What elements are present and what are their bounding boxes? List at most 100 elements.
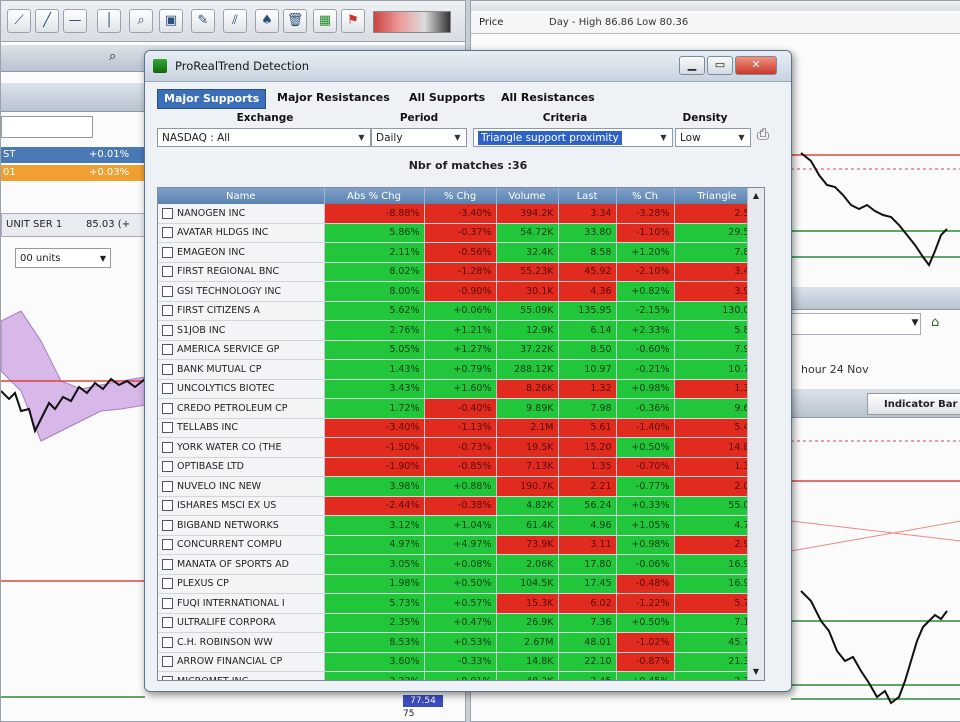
watchlist-row-2[interactable]: 01 +0.03% xyxy=(1,165,145,181)
criteria-select[interactable]: Triangle support proximity ▼ xyxy=(473,128,673,147)
chart-row-icon[interactable] xyxy=(162,246,173,258)
units-select[interactable]: 00 units ▼ xyxy=(15,248,111,268)
fib-icon[interactable]: ✎ xyxy=(191,9,215,33)
table-row[interactable]: BIGBAND NETWORKS 3.12% +1.04% 61.4K 4.96 +1.0… xyxy=(158,515,761,536)
chart-row-icon[interactable] xyxy=(162,539,173,551)
row-name-cell[interactable]: PLEXUS CP xyxy=(158,574,325,594)
pointer-icon[interactable]: ▣ xyxy=(159,9,183,33)
chart-row-icon[interactable] xyxy=(162,207,173,219)
table-row[interactable]: BANK MUTUAL CP 1.43% +0.79% 288.12K 10.97 -0.… xyxy=(158,359,761,380)
print-icon[interactable]: ⎙ xyxy=(757,125,779,145)
flag-icon[interactable]: ⚑ xyxy=(341,9,365,33)
scroll-up-icon[interactable]: ▲ xyxy=(748,188,764,204)
chart-row-icon[interactable] xyxy=(162,636,173,648)
table-row[interactable]: ULTRALIFE CORPORA 2.35% +0.47% 26.9K 7.36 +0.… xyxy=(158,613,761,633)
table-row[interactable]: UNCOLYTICS BIOTEC 3.43% +1.60% 8.26K 1.32 +0.… xyxy=(158,379,761,399)
scroll-down-icon[interactable]: ▼ xyxy=(748,664,764,680)
row-name-cell[interactable]: ULTRALIFE CORPORA xyxy=(158,613,325,633)
table-row[interactable]: AMERICA SERVICE GP 5.05% +1.27% 37.22K 8.50-… xyxy=(158,340,761,360)
chart-row-icon[interactable] xyxy=(162,285,173,297)
chart-row-icon[interactable] xyxy=(162,305,173,317)
chart-row-icon[interactable] xyxy=(162,500,173,512)
density-select[interactable]: Low ▼ xyxy=(675,128,751,147)
indicator-bar-button[interactable]: Indicator Bar xyxy=(867,393,960,415)
col-header-volume[interactable]: Volume xyxy=(496,188,559,204)
chart-row-icon[interactable] xyxy=(162,441,173,453)
table-row[interactable]: MICROMET INC2.22%+0.91%48.2K2.45+0.45%2.… xyxy=(158,671,761,680)
chart-row-icon[interactable] xyxy=(162,402,173,414)
minimize-icon[interactable]: ▁ xyxy=(679,56,705,75)
table-row[interactable]: MANATA OF SPORTS AD 3.05% +0.08% 2.06K 17.80… xyxy=(158,554,761,575)
table-scrollbar[interactable]: ▲ ▼ xyxy=(747,188,764,680)
ray-icon[interactable]: — xyxy=(63,9,87,33)
tab-all-resistances[interactable]: All Resistances xyxy=(495,89,601,107)
col-header-ch[interactable]: % Ch xyxy=(616,188,675,204)
close-icon[interactable]: ✕ xyxy=(735,56,777,75)
table-row[interactable]: AVATAR HLDGS INC 5.86% -0.37% 54.72K 33.80 -1… xyxy=(158,223,761,243)
channel-icon[interactable]: ⫽ xyxy=(223,9,247,33)
chart-row-icon[interactable] xyxy=(162,519,173,531)
chart-row-icon[interactable] xyxy=(162,461,173,473)
table-row[interactable]: ARROW FINANCIAL CP 3.60% -0.33% 14.8K 22.10-… xyxy=(158,652,761,672)
row-name-cell[interactable]: YORK WATER CO (THE xyxy=(158,437,325,458)
table-row[interactable]: C.H. ROBINSON WW 8.53% +0.53% 2.67M 48.01 -1.… xyxy=(158,632,761,653)
row-name-cell[interactable]: NUVELO INC NEW xyxy=(158,476,325,497)
row-name-cell[interactable]: AMERICA SERVICE GP xyxy=(158,340,325,360)
row-name-cell[interactable]: UNCOLYTICS BIOTEC xyxy=(158,379,325,399)
chart-row-icon[interactable] xyxy=(162,558,173,570)
chart-row-icon[interactable] xyxy=(162,266,173,278)
hline-icon[interactable]: │ xyxy=(97,9,121,33)
row-name-cell[interactable]: AVATAR HLDGS INC xyxy=(158,223,325,243)
chart-row-icon[interactable] xyxy=(162,324,173,336)
right-input[interactable] xyxy=(791,313,921,335)
row-name-cell[interactable]: EMAGEON INC xyxy=(158,242,325,263)
col-header-abs-chg[interactable]: Abs % Chg xyxy=(324,188,425,204)
chart-row-icon[interactable] xyxy=(162,578,173,590)
chart-row-icon[interactable] xyxy=(162,422,173,434)
tab-major-supports[interactable]: Major Supports xyxy=(157,89,267,109)
table-row[interactable]: CREDO PETROLEUM CP 1.72% -0.40% 9.89K 7.98 -0… xyxy=(158,398,761,419)
table-row[interactable]: NUVELO INC NEW 3.98% +0.88% 190.7K 2.21 -0.77… xyxy=(158,476,761,497)
table-row[interactable]: GSI TECHNOLOGY INC 8.00% -0.90% 30.1K 4.36 +0… xyxy=(158,281,761,302)
row-name-cell[interactable]: ARROW FINANCIAL CP xyxy=(158,652,325,672)
row-name-cell[interactable]: MICROMET INC xyxy=(158,671,325,680)
row-name-cell[interactable]: CREDO PETROLEUM CP xyxy=(158,398,325,419)
row-name-cell[interactable]: S1JOB INC xyxy=(158,320,325,341)
table-row[interactable]: PLEXUS CP 1.98% +0.50% 104.5K 17.45 -0.48% 16.… xyxy=(158,574,761,594)
zoom-icon[interactable]: ⌕ xyxy=(129,9,153,33)
table-row[interactable]: FUQI INTERNATIONAL I 5.73% +0.57% 15.3K 6.02… xyxy=(158,593,761,614)
row-name-cell[interactable]: TELLABS INC xyxy=(158,418,325,438)
period-select[interactable]: Daily ▼ xyxy=(371,128,467,147)
row-name-cell[interactable]: MANATA OF SPORTS AD xyxy=(158,554,325,575)
row-name-cell[interactable]: BIGBAND NETWORKS xyxy=(158,515,325,536)
row-name-cell[interactable]: FIRST CITIZENS A xyxy=(158,301,325,321)
chart-row-icon[interactable] xyxy=(162,383,173,395)
table-row[interactable]: EMAGEON INC 2.11% -0.56% 32.4K 8.58 +1.20% 7.8… xyxy=(158,242,761,263)
chart-row-icon[interactable] xyxy=(162,656,173,668)
right-dropdown[interactable]: ▼ xyxy=(907,315,923,331)
chart-row-icon[interactable] xyxy=(162,227,173,239)
table-row[interactable]: YORK WATER CO (THE -1.50% -0.73% 19.5K 15.20… xyxy=(158,437,761,458)
row-name-cell[interactable]: C.H. ROBINSON WW xyxy=(158,632,325,653)
image-icon[interactable]: ▦ xyxy=(313,9,337,33)
chart-row-icon[interactable] xyxy=(162,480,173,492)
tab-major-resistances[interactable]: Major Resistances xyxy=(271,89,396,107)
chart-row-icon[interactable] xyxy=(162,675,173,680)
row-name-cell[interactable]: OPTIBASE LTD xyxy=(158,457,325,477)
settings-icon[interactable]: ⌂ xyxy=(931,315,951,333)
table-row[interactable]: NANOGEN INC -8.88% -3.40% 394.2K 3.34 -3.28% 2… xyxy=(158,204,761,224)
exchange-select[interactable]: NASDAQ : All ▼ xyxy=(157,128,371,147)
table-row[interactable]: FIRST REGIONAL BNC 8.02% -1.28% 55.23K 45.92… xyxy=(158,262,761,282)
row-name-cell[interactable]: FIRST REGIONAL BNC xyxy=(158,262,325,282)
chart-row-icon[interactable] xyxy=(162,597,173,609)
col-header-chg[interactable]: % Chg xyxy=(424,188,497,204)
brush-icon[interactable]: ♠ xyxy=(255,9,279,33)
table-row[interactable]: TELLABS INC -3.40% -1.13% 2.1M 5.61 -1.40% 5.4… xyxy=(158,418,761,438)
trash-icon[interactable]: 🗑 xyxy=(283,9,307,33)
table-row[interactable]: ISHARES MSCI EX US -2.44% -0.38% 4.82K 56.24… xyxy=(158,496,761,516)
row-name-cell[interactable]: FUQI INTERNATIONAL I xyxy=(158,593,325,614)
search-icon[interactable]: ⌕ xyxy=(109,49,127,67)
row-name-cell[interactable]: NANOGEN INC xyxy=(158,204,325,224)
col-header-last[interactable]: Last xyxy=(558,188,617,204)
table-row[interactable]: OPTIBASE LTD -1.90% -0.85% 7.13K 1.35 -0.70% 1… xyxy=(158,457,761,477)
